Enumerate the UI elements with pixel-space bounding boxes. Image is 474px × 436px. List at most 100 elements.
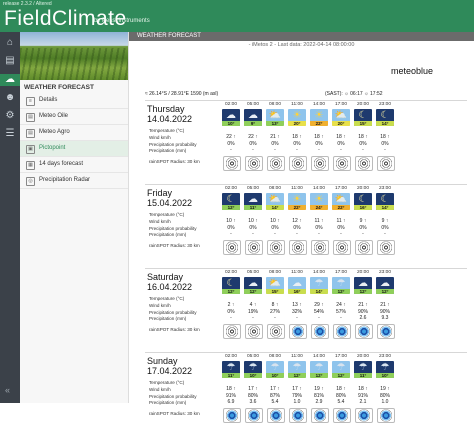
wind-value: 10 ↑ [226,218,236,224]
calendar-icon: ▦ [26,161,35,170]
wind-value: 19 ↑ [380,386,390,392]
label-precipitation: Precipitation (mm) [149,316,187,321]
forecast-day: Saturday 16.04.2022 Temperature (°C) Wind k… [145,268,467,352]
wind-value: 21 ↑ [380,302,390,308]
label-temperature: Temperature (°C) [149,380,185,385]
temperature-value: 13° [266,121,284,126]
sidebar-item-pictopoint[interactable]: ▣ Pictopoint [20,141,128,157]
sidebar-item-precipitation-radar[interactable]: ◎ Precipitation Radar [20,173,128,189]
rainspot-map [223,408,241,423]
sidebar-item-label: Details [39,97,58,103]
hour-label: 08:00 [268,186,281,191]
sun-icon: ☀ 22° [310,109,328,126]
temperature-value: 22° [332,205,350,210]
precipitation-value: 9.3 [381,315,389,321]
rainspot-map [311,408,329,423]
hour-label: 05:00 [246,102,259,107]
sunrise-sunset-text: (SAST): ☼ 06:17 ☼ 17:52 [325,91,383,97]
precipitation-value: - [340,231,342,237]
sidebar-item-label: Pictopoint [39,145,66,151]
sidebar-item-label: Precipitation Radar [39,177,91,183]
weather-icon[interactable]: ☁ [0,74,20,86]
temperature-value: 15° [354,121,372,126]
sun-cloud-icon: ⛅ 20° [332,109,350,126]
wind-value: 11 ↑ [314,218,324,224]
wind-value: 18 ↑ [358,386,368,392]
list-icon: ≡ [26,97,35,106]
panel-title: WEATHER FORECAST [24,84,94,91]
precipitation-value: - [296,147,298,153]
settings-icon[interactable]: ☰ [4,128,16,140]
wind-value: 18 ↑ [292,134,302,140]
temperature-value: 20° [288,121,306,126]
rainspot-map [355,156,373,171]
precipitation-value: 6.9 [227,399,235,405]
rainspot-map [245,156,263,171]
forecast-day: Sunday 17.04.2022 Temperature (°C) Wind km/… [145,352,467,436]
temperature-value: 16° [354,205,372,210]
precipitation-value: - [318,231,320,237]
rainspot-map [355,324,373,339]
hour-label: 14:00 [312,102,325,107]
precipitation-value: - [362,231,364,237]
chart-icon[interactable]: ▤ [4,55,16,67]
rain-icon: ☂ 12° [332,277,350,294]
collapse-icon[interactable]: « [5,385,10,395]
sidebar-item-details[interactable]: ≡ Details [20,93,128,109]
sun-cloud-icon: ⛅ 22° [332,193,350,210]
temperature-value: 11° [244,205,262,210]
label-rainspot-radius: rainSPOT Radius: 30 km [149,243,200,248]
rainspot-map [245,324,263,339]
rainspot-map [355,408,373,423]
hour-label: 08:00 [268,270,281,275]
temperature-value: 24° [310,205,328,210]
label-wind: Wind km/h [149,219,171,224]
precipitation-value: 5.4 [271,399,279,405]
sidebar-item-label: Meteo Oile [39,113,69,119]
temperature-value: 12° [332,373,350,378]
rain-icon: ☂ 10° [244,361,262,378]
precipitation-value: - [318,315,320,321]
day-name: Sunday [147,356,178,366]
precipitation-value: - [252,147,254,153]
home-icon[interactable]: ⌂ [4,37,16,49]
hour-label: 20:00 [356,270,369,275]
hour-label: 11:00 [291,270,303,275]
sun-icon: ☀ 22° [288,193,306,210]
forecast-day: Thursday 14.04.2022 Temperature (°C) Wind k… [145,100,467,184]
rainspot-map [267,240,285,255]
precipitation-value: 1.0 [381,399,389,405]
rainspot-map [289,324,307,339]
rainspot-map [311,156,329,171]
label-precipitation: Precipitation (mm) [149,148,187,153]
gear-icon[interactable]: ⚙ [4,110,16,122]
sidebar-item-meteo-oile[interactable]: ▤ Meteo Oile [20,109,128,125]
hour-label: 17:00 [334,270,347,275]
hour-label: 20:00 [356,186,369,191]
temperature-value: 10° [266,373,284,378]
label-rainspot-radius: rainSPOT Radius: 30 km [149,327,200,332]
temperature-value: 16° [288,289,306,294]
rainspot-map [245,408,263,423]
wind-value: 29 ↑ [314,302,324,308]
moon-icon: ☾ 16° [354,193,372,210]
cloud-icon: ☁ 16° [288,277,306,294]
label-wind: Wind km/h [149,135,171,140]
hour-label: 17:00 [334,354,347,359]
user-icon[interactable]: ☻ [4,92,16,104]
sidebar-item-14-days-forecast[interactable]: ▦ 14 days forecast [20,157,128,173]
rainspot-map [223,240,241,255]
wind-value: 10 ↑ [270,218,280,224]
precipitation-value: - [274,231,276,237]
sidebar-item-meteo-agro[interactable]: ▤ Meteo Agro [20,125,128,141]
temperature-value: 15° [266,289,284,294]
label-precip-probability: Precipitation probability [149,226,197,231]
moon-cloud-icon: ☁ 11° [244,193,262,210]
sidebar-item-label: 14 days forecast [39,161,84,167]
hour-label: 05:00 [246,186,259,191]
wind-value: 17 ↑ [248,386,258,392]
rainspot-map [267,324,285,339]
wind-value: 18 ↑ [314,134,324,140]
precipitation-value: - [230,315,232,321]
hour-label: 05:00 [246,270,259,275]
